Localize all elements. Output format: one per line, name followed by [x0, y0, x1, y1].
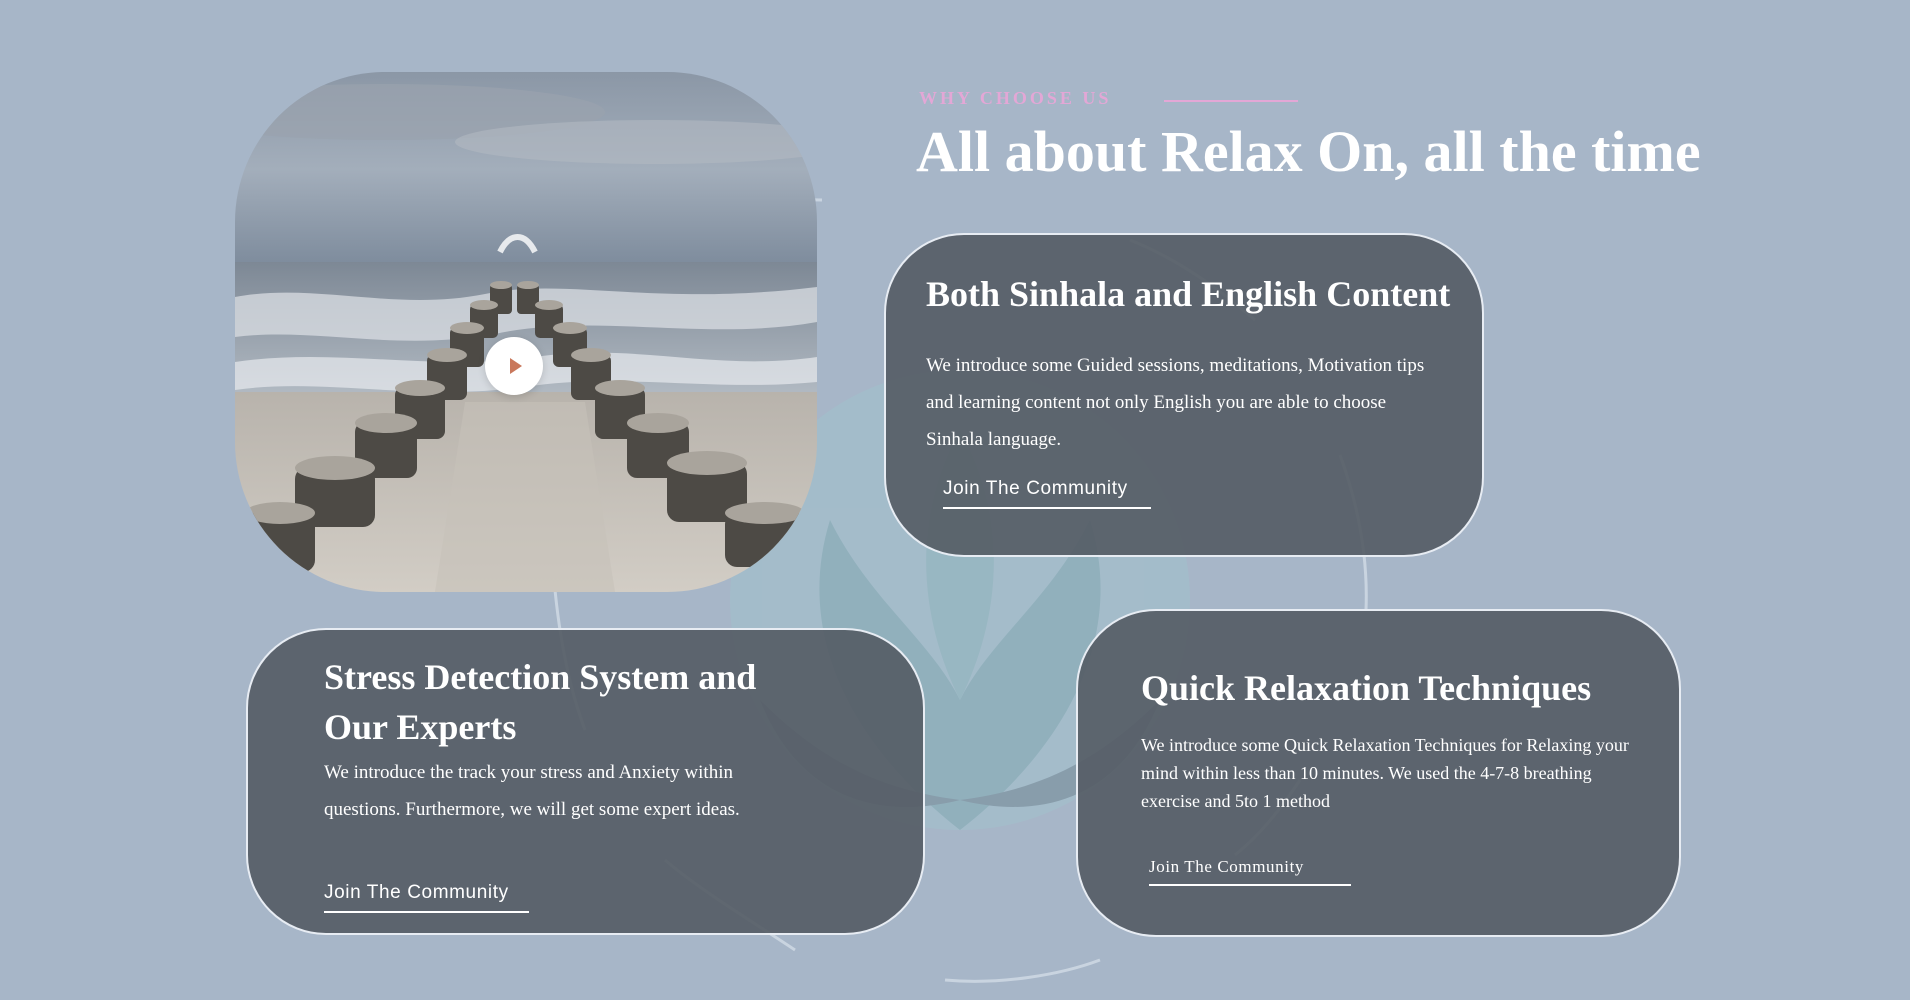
hero-image: [235, 72, 817, 592]
join-community-link[interactable]: Join The Community: [324, 882, 529, 913]
eyebrow-divider: [1164, 100, 1298, 102]
feature-card-stress-detection: Stress Detection System and Our Experts …: [246, 628, 925, 935]
feature-card-relaxation: Quick Relaxation Techniques We introduce…: [1076, 609, 1681, 937]
sea-groynes-illustration: [235, 72, 817, 592]
card-title: Stress Detection System and Our Experts: [324, 657, 757, 747]
why-choose-us-section: WHY CHOOSE US All about Relax On, all th…: [0, 0, 1910, 1000]
card-title: Both Sinhala and English Content: [926, 274, 1451, 314]
play-video-button[interactable]: [485, 337, 543, 395]
section-eyebrow: WHY CHOOSE US: [919, 88, 1112, 108]
section-headline: All about Relax On, all the time: [916, 119, 1701, 184]
card-description: We introduce the track your stress and A…: [324, 762, 740, 820]
card-description: We introduce some Guided sessions, medit…: [926, 355, 1425, 450]
play-icon: [510, 358, 522, 374]
feature-card-language: Both Sinhala and English Content We intr…: [884, 233, 1484, 557]
join-community-link[interactable]: Join The Community: [943, 478, 1151, 509]
join-community-link[interactable]: Join The Community: [1149, 857, 1351, 886]
card-description: We introduce some Quick Relaxation Techn…: [1141, 735, 1629, 811]
card-title: Quick Relaxation Techniques: [1141, 668, 1592, 708]
